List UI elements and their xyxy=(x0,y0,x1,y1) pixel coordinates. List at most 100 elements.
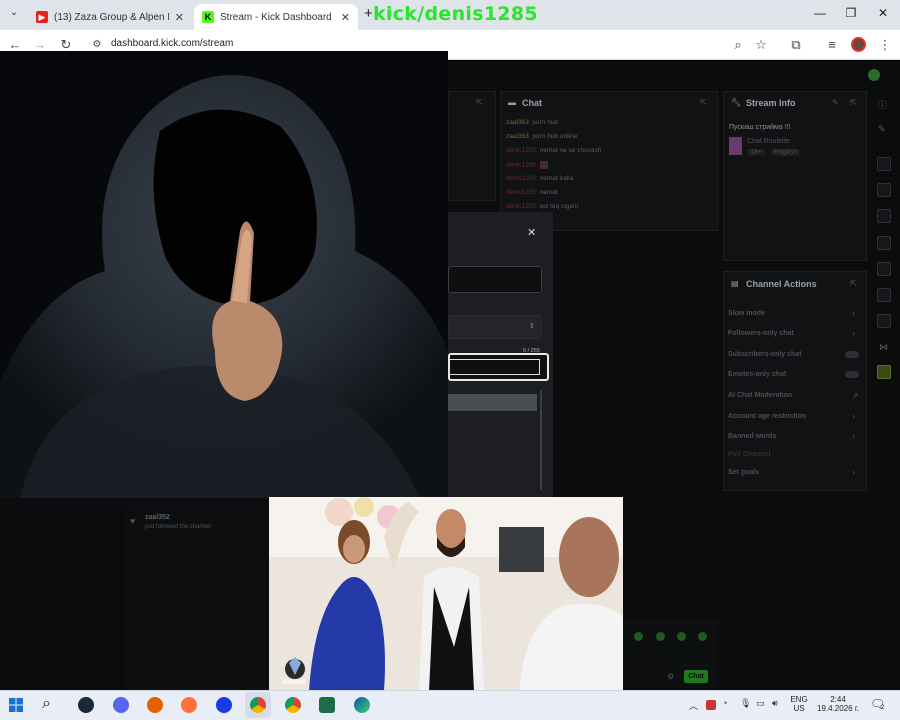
chevron-right-icon[interactable]: › xyxy=(852,328,855,338)
chrome-icon[interactable] xyxy=(250,697,266,713)
emote-icon xyxy=(539,161,548,169)
chevron-up-icon[interactable]: ︿ xyxy=(689,699,698,712)
close-icon[interactable]: ✕ xyxy=(527,226,536,239)
app-icon[interactable] xyxy=(319,697,335,713)
action-emotes-only[interactable]: Emotes-only chat xyxy=(728,371,786,378)
chat-send-button[interactable]: Chat xyxy=(684,670,708,683)
tab-youtube[interactable]: ▶ (13) Zaza Group & Alpen Minut ✕ xyxy=(28,4,192,30)
ea-app-icon[interactable] xyxy=(216,697,232,713)
activity-user: zaal352 xyxy=(145,514,170,521)
chat-message: denis1285: nemat iraka xyxy=(506,175,574,182)
new-tab-button[interactable]: + xyxy=(364,5,373,22)
firefox-icon[interactable] xyxy=(147,697,163,713)
chrome-icon[interactable] xyxy=(285,697,301,713)
profile-avatar[interactable] xyxy=(851,37,866,52)
emotes-only-toggle[interactable] xyxy=(845,371,859,378)
settings-icon[interactable]: ⚙ xyxy=(667,672,674,681)
search-icon[interactable]: ⌕ xyxy=(42,695,51,713)
stream-category: Chat Roulette xyxy=(747,138,790,145)
chevron-right-icon[interactable]: › xyxy=(852,411,855,421)
sidebar-tool-icon[interactable] xyxy=(877,314,891,328)
kick-icon: K xyxy=(202,11,214,23)
tab-search-button[interactable]: ⌄ xyxy=(6,7,22,23)
sidebar-tool-icon[interactable] xyxy=(877,183,891,197)
clock-time: 2:44 xyxy=(830,695,846,704)
tab-kick-dashboard[interactable]: K Stream - Kick Dashboard ✕ xyxy=(194,4,358,30)
close-icon[interactable]: ✕ xyxy=(175,11,184,24)
sidebar-tool-icon[interactable] xyxy=(877,157,891,171)
sidebar-tool-icon[interactable] xyxy=(877,288,891,302)
menu-icon[interactable]: ⋮ xyxy=(876,37,894,53)
forward-icon[interactable]: → xyxy=(31,37,49,52)
wifi-icon[interactable]: ◔ xyxy=(722,698,727,708)
discord-icon[interactable] xyxy=(113,697,129,713)
sidebar-tool-icon[interactable] xyxy=(877,236,891,250)
address-bar[interactable]: dashboard.kick.com/stream xyxy=(111,38,233,49)
sidebar-tool-icon[interactable] xyxy=(877,262,891,276)
action-subscribers-only[interactable]: Subscribers-only chat xyxy=(728,351,802,358)
emote-icon[interactable] xyxy=(677,632,686,641)
emote-icon[interactable] xyxy=(698,632,707,641)
extensions-icon[interactable]: ⧉ xyxy=(787,37,805,53)
video-overlay-clip: SHANS xyxy=(269,497,623,691)
volume-icon[interactable]: 🔊︎ xyxy=(772,698,778,709)
media-controls-icon[interactable]: ≡ xyxy=(823,37,841,52)
popout-icon[interactable]: ⇱ xyxy=(850,279,857,288)
start-button[interactable] xyxy=(9,698,23,712)
modal-scrollbar[interactable] xyxy=(540,390,542,490)
edit-icon[interactable]: ✎ xyxy=(832,98,839,107)
network-icon[interactable]: ▭ xyxy=(756,698,765,709)
sidebar-tool-icon-active[interactable] xyxy=(877,365,891,379)
action-slow-mode[interactable]: Slow mode xyxy=(728,310,765,317)
popout-icon[interactable]: ⇱ xyxy=(700,98,707,107)
tray-app-icon[interactable] xyxy=(706,700,716,710)
info-icon[interactable]: ⓘ xyxy=(878,98,887,111)
zoom-icon[interactable]: ⌕ xyxy=(729,37,747,53)
language-dropdown[interactable] xyxy=(448,394,537,411)
close-window-button[interactable]: ✕ xyxy=(873,6,893,20)
chevron-right-icon[interactable]: › xyxy=(852,467,855,477)
close-icon[interactable]: ✕ xyxy=(341,11,350,24)
bookmark-star-icon[interactable]: ☆ xyxy=(752,37,770,53)
site-info-icon[interactable]: ⚙ xyxy=(88,39,106,50)
chat-message: denis1285: xyxy=(506,161,548,169)
wrench-icon: 🔧︎ xyxy=(731,98,742,107)
chat-message: denis1285: epi teq cigani xyxy=(506,203,578,210)
stream-title-input[interactable] xyxy=(448,266,542,293)
tag-badge: English xyxy=(771,149,800,156)
sidebar-tool-icon[interactable] xyxy=(877,209,891,223)
action-set-goals[interactable]: Set goals xyxy=(728,469,759,476)
action-ai-moderation[interactable]: AI Chat Moderation xyxy=(728,392,792,399)
heart-icon: ♥ xyxy=(130,516,136,526)
chat-title: Chat xyxy=(522,98,542,108)
chevron-right-icon[interactable]: › xyxy=(852,431,855,441)
chat-message: zaal363: porn hub xyxy=(506,119,559,126)
clock[interactable]: 2:44 19.4.2026 г. xyxy=(812,695,864,713)
language-indicator[interactable]: ENG US xyxy=(788,695,810,713)
pencil-icon[interactable]: ✎ xyxy=(878,124,886,135)
keyboard-layout: US xyxy=(793,704,805,713)
microphone-icon[interactable]: 🎙︎ xyxy=(740,698,751,709)
maximize-button[interactable]: ❐ xyxy=(841,6,861,20)
category-select[interactable] xyxy=(448,315,542,339)
action-banned-words[interactable]: Banned words xyxy=(728,433,776,440)
external-link-icon[interactable]: ⇗ xyxy=(852,391,859,400)
action-poll[interactable]: Poll Channel xyxy=(728,451,770,458)
back-icon[interactable]: ← xyxy=(6,37,24,52)
firefox-icon[interactable] xyxy=(181,697,197,713)
emote-icon[interactable] xyxy=(656,632,665,641)
subscribers-only-toggle[interactable] xyxy=(845,351,859,358)
chevron-right-icon[interactable]: › xyxy=(852,308,855,318)
steam-icon[interactable] xyxy=(78,697,94,713)
emote-icon[interactable] xyxy=(634,632,643,641)
action-followers-only[interactable]: Followers-only chat xyxy=(728,330,794,337)
activity-feed xyxy=(124,505,269,690)
edge-icon[interactable] xyxy=(354,697,370,713)
user-avatar[interactable] xyxy=(868,69,880,81)
popout-icon[interactable]: ⇱ xyxy=(476,98,483,107)
chat-message: zaal363: porn hub online xyxy=(506,133,578,140)
action-account-age[interactable]: Account age restriction xyxy=(728,413,806,420)
minimize-button[interactable]: — xyxy=(810,6,830,20)
popout-icon[interactable]: ⇱ xyxy=(850,98,857,107)
share-icon[interactable]: ⋈ xyxy=(879,342,888,353)
